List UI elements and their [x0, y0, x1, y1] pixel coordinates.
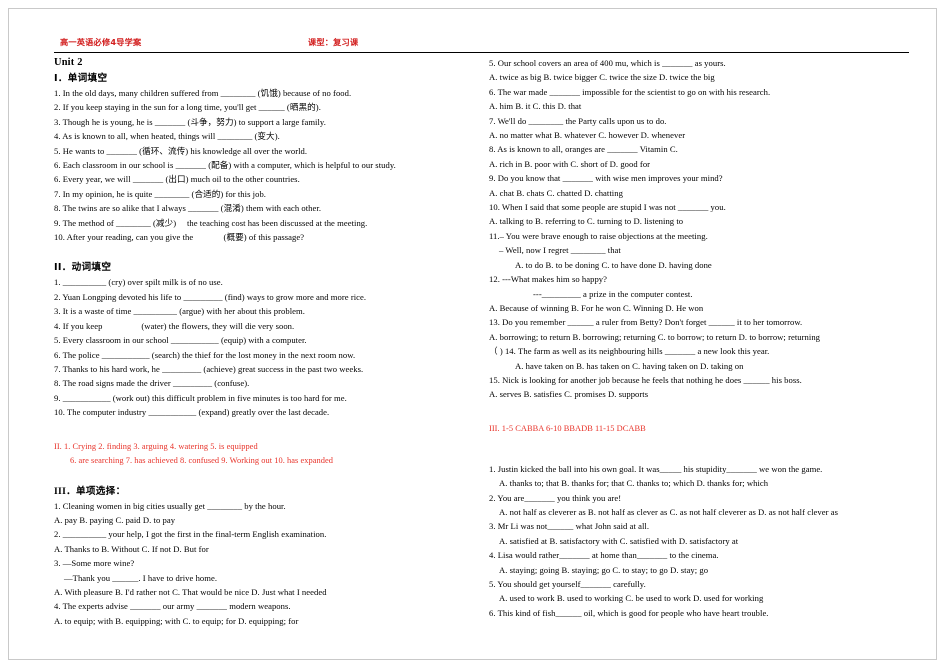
question-item: 10. When I said that some people are stu…: [489, 202, 726, 213]
question-item: 6. Every year, we will _______ (出口) much…: [54, 174, 300, 185]
section-3-left-items: 1. Cleaning women in big cities usually …: [54, 499, 471, 629]
question-item: 3. Mr Li was not______ what John said at…: [489, 521, 650, 532]
option-row: A. Thanks to B. Without C. If not D. But…: [54, 543, 209, 554]
document-body: 高一英语必修4导学案 课型：复习课 Unit 2 I．单词填空 1. In th…: [54, 35, 909, 641]
answer-line: 6. are searching 7. has achieved 8. conf…: [70, 455, 333, 465]
option-row: A. Because of winning B. For he won C. W…: [489, 302, 704, 313]
question-item: 11.– You were brave enough to raise obje…: [489, 230, 708, 241]
answer-line: III. 1-5 CABBA 6-10 BBADB 11-15 DCABB: [489, 423, 646, 433]
option-row: A. not half as cleverer as B. not half a…: [499, 506, 838, 517]
question-item: 1. In the old days, many children suffer…: [54, 88, 352, 98]
section-2-heading: II．动词填空: [54, 262, 112, 274]
question-item: 10. The computer industry ___________ (e…: [54, 407, 330, 418]
question-item: 2. __________ your help, I got the first…: [54, 529, 327, 540]
question-item: 1. __________ (cry) over spilt milk is o…: [54, 277, 223, 288]
question-item: 7. We'll do ________ the Party calls upo…: [489, 115, 667, 126]
document-sheet: 高一英语必修4导学案 课型：复习课 Unit 2 I．单词填空 1. In th…: [8, 8, 937, 660]
question-item: 2. If you keep staying in the sun for a …: [54, 102, 321, 113]
question-item: 6. The police ___________ (search) the t…: [54, 349, 356, 360]
section-1-items: 1. In the old days, many children suffer…: [54, 86, 471, 244]
question-item: 5. Every classroom in our school _______…: [54, 335, 307, 346]
question-item: 4. If you keep (water) the flowers, they…: [54, 320, 295, 331]
question-item: 5. You should get yourself_______ carefu…: [489, 579, 646, 589]
option-row: A. chat B. chats C. chatted D. chatting: [489, 187, 623, 198]
header-title-right: 课型：复习课: [308, 37, 359, 47]
document-header: 高一英语必修4导学案 课型：复习课: [54, 35, 909, 53]
page-root: 高一英语必修4导学案 课型：复习课 Unit 2 I．单词填空 1. In th…: [0, 0, 945, 668]
question-item: 3. It is a waste of time __________ (arg…: [54, 306, 305, 317]
question-item: 6. Each classroom in our school is _____…: [54, 160, 396, 171]
question-item: 4. The experts advise _______ our army _…: [54, 601, 291, 612]
option-row: A. to equip; with B. equipping; with C. …: [54, 615, 299, 626]
question-item: 3. Though he is young, he is _______ (斗争…: [54, 116, 326, 127]
two-column-layout: Unit 2 I．单词填空 1. In the old days, many c…: [54, 56, 909, 628]
question-item: 1. Justin kicked the ball into his own g…: [489, 463, 823, 474]
question-item: 4. As is known to all, when heated, thin…: [54, 131, 280, 142]
question-item: 5. Our school covers an area of 400 mu, …: [489, 58, 726, 68]
section-3-heading: III．单项选择：: [54, 485, 126, 497]
section-4-items: 1. Justin kicked the ball into his own g…: [489, 462, 904, 620]
option-row: A. staying; going B. staying; go C. to s…: [499, 564, 709, 575]
section-2-answer-key: II. 1. Crying 2. finding 3. arguing 4. w…: [54, 440, 471, 468]
question-item: 15. Nick is looking for another job beca…: [489, 374, 802, 385]
question-item: 8. The twins are so alike that I always …: [54, 203, 322, 214]
question-item: 2. Yuan Longping devoted his life to ___…: [54, 291, 367, 302]
unit-title: Unit 2: [54, 57, 83, 68]
question-item: 3. —Some more wine?: [54, 558, 135, 569]
option-row: A. pay B. paying C. paid D. to pay: [54, 514, 176, 525]
option-row: A. With pleasure B. I'd rather not C. Th…: [54, 586, 327, 597]
question-item: 1. Cleaning women in big cities usually …: [54, 500, 286, 511]
question-item: 8. The road signs made the driver ______…: [54, 378, 250, 389]
section-2-items: 1. __________ (cry) over spilt milk is o…: [54, 275, 471, 419]
question-item: ---_________ a prize in the computer con…: [533, 288, 693, 299]
question-item: 10. After your reading, can you give the…: [54, 232, 305, 243]
question-item: 13. Do you remember ______ a ruler from …: [489, 317, 803, 328]
question-item: （ ) 14. The farm as well as its neighbou…: [489, 346, 770, 357]
question-item: 6. The war made _______ impossible for t…: [489, 86, 771, 97]
option-row: A. him B. it C. this D. that: [489, 101, 582, 112]
option-row: A. rich in B. poor with C. short of D. g…: [489, 158, 651, 169]
option-row: A. serves B. satisfies C. promises D. su…: [489, 389, 649, 400]
option-row: A. used to work B. used to working C. be…: [499, 593, 764, 604]
question-item: 9. The method of ________ (减少) the teach…: [54, 217, 368, 228]
question-item: 7. Thanks to his hard work, he _________…: [54, 363, 364, 374]
option-row: A. talking to B. referring to C. turning…: [489, 216, 684, 227]
question-item: 12. ---What makes him so happy?: [489, 274, 608, 285]
left-column: Unit 2 I．单词填空 1. In the old days, many c…: [54, 56, 479, 628]
section-1-heading: I．单词填空: [54, 73, 108, 84]
question-item: 2. You are_______ you think you are!: [489, 492, 622, 503]
option-row: A. twice as big B. twice bigger C. twice…: [489, 72, 715, 83]
question-item: 7. In my opinion, he is quite ________ (…: [54, 188, 266, 199]
option-row: A. have taken on B. has taken on C. havi…: [515, 360, 744, 371]
question-item: 9. ___________ (work out) this difficult…: [54, 392, 347, 403]
option-row: A. satisfied at B. satisfactory with C. …: [499, 535, 739, 546]
question-item: 5. He wants to _______ (循环、流传) his knowl…: [54, 145, 308, 156]
question-item: 8. As is known to all, oranges are _____…: [489, 144, 678, 155]
section-3-right-items: 5. Our school covers an area of 400 mu, …: [489, 56, 904, 402]
question-item: —Thank you ______. I have to drive home.: [64, 572, 218, 583]
question-item: 6. This kind of fish______ oil, which is…: [489, 607, 769, 618]
option-row: A. no matter what B. whatever C. however…: [489, 130, 686, 141]
option-row: A. thanks to; that B. thanks for; that C…: [499, 478, 769, 489]
question-item: 9. Do you know that _______ with wise me…: [489, 173, 723, 184]
option-row: A. borrowing; to return B. borrowing; re…: [489, 331, 821, 342]
answer-line: II. 1. Crying 2. finding 3. arguing 4. w…: [54, 441, 258, 451]
option-row: A. to do B. to be doning C. to have done…: [515, 259, 712, 270]
header-title-left: 高一英语必修4导学案: [60, 37, 142, 47]
question-item: – Well, now I regret ________ that: [499, 245, 621, 256]
right-column: 5. Our school covers an area of 400 mu, …: [479, 56, 904, 620]
question-item: 4. Lisa would rather_______ at home than…: [489, 550, 719, 561]
